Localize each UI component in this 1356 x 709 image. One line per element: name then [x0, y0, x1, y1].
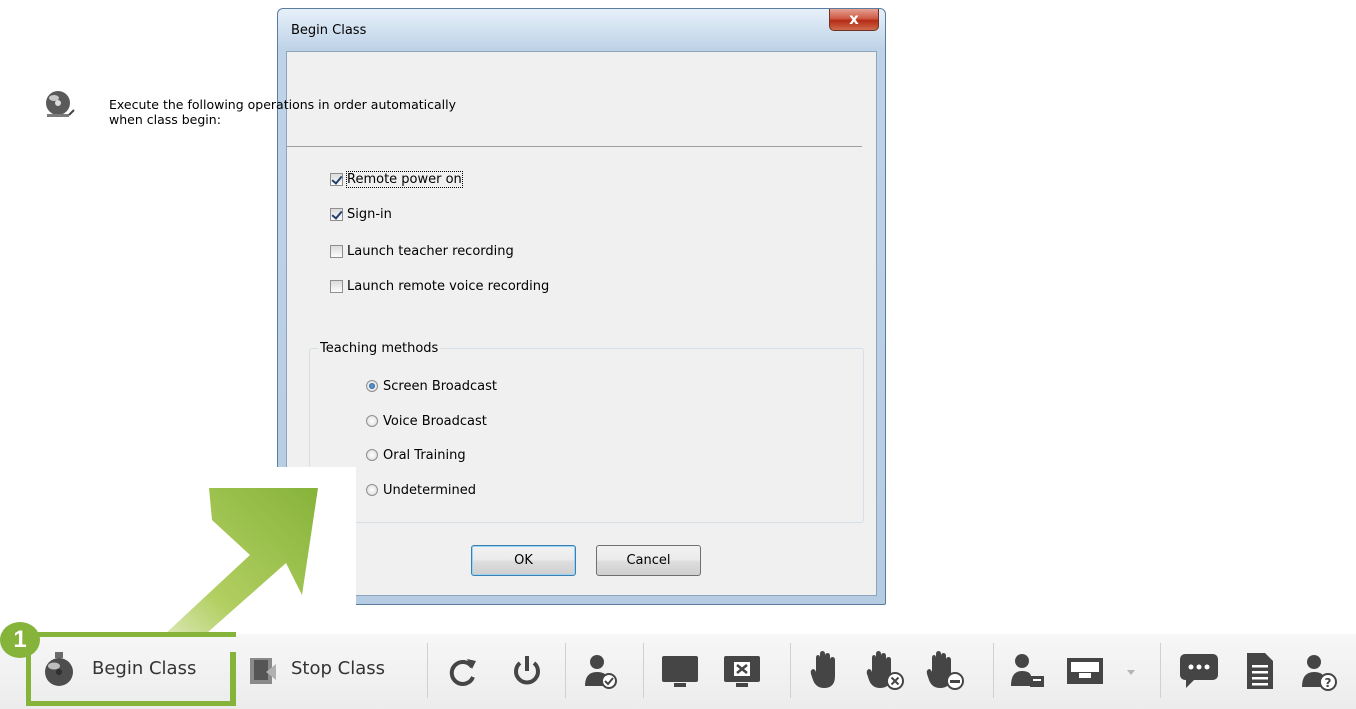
svg-text:?: ? [1325, 676, 1332, 690]
toolbar-divider [565, 643, 566, 698]
toolbar-divider [790, 643, 791, 698]
chat-icon[interactable] [1178, 652, 1220, 690]
dropdown-arrow-icon[interactable] [1125, 669, 1137, 677]
hand-remove-icon[interactable] [926, 650, 966, 692]
toolbar-divider [1160, 643, 1161, 698]
callout-arrow-icon [150, 488, 318, 648]
document-icon[interactable] [1245, 651, 1275, 691]
monitor-icon[interactable] [660, 654, 700, 690]
toolbar-divider [427, 643, 428, 698]
step-badge: 1 [0, 622, 40, 658]
begin-class-highlight [26, 632, 236, 706]
toolbar-divider [643, 643, 644, 698]
user-desk-icon[interactable] [1010, 652, 1046, 690]
user-check-icon[interactable] [583, 652, 617, 690]
inbox-icon[interactable] [1065, 656, 1105, 688]
toolbar-divider [993, 643, 994, 698]
power-icon[interactable] [510, 654, 544, 688]
hand-cancel-icon[interactable] [866, 650, 906, 692]
refresh-icon[interactable] [445, 655, 479, 689]
screen-close-icon[interactable] [722, 654, 762, 690]
begin-class-highlight-edge [230, 652, 236, 706]
user-help-icon[interactable]: ? [1300, 652, 1340, 692]
stop-class-button[interactable]: Stop Class [291, 658, 385, 679]
hand-icon[interactable] [810, 650, 840, 690]
stop-class-icon [250, 658, 276, 684]
